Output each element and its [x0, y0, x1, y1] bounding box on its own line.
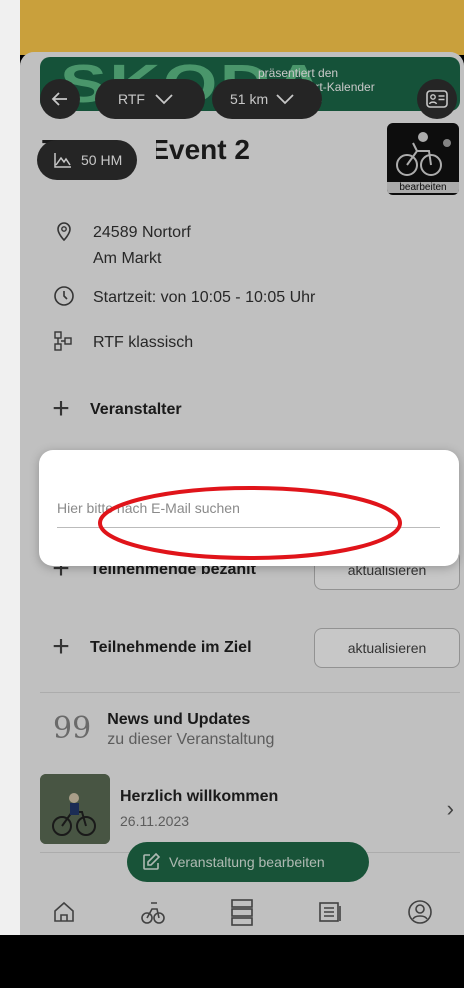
- screen-left-edge: [0, 0, 20, 988]
- system-bar: [0, 935, 464, 988]
- search-email-dialog: [39, 450, 459, 566]
- email-search-input[interactable]: [57, 488, 440, 528]
- status-bar-background: [20, 0, 464, 55]
